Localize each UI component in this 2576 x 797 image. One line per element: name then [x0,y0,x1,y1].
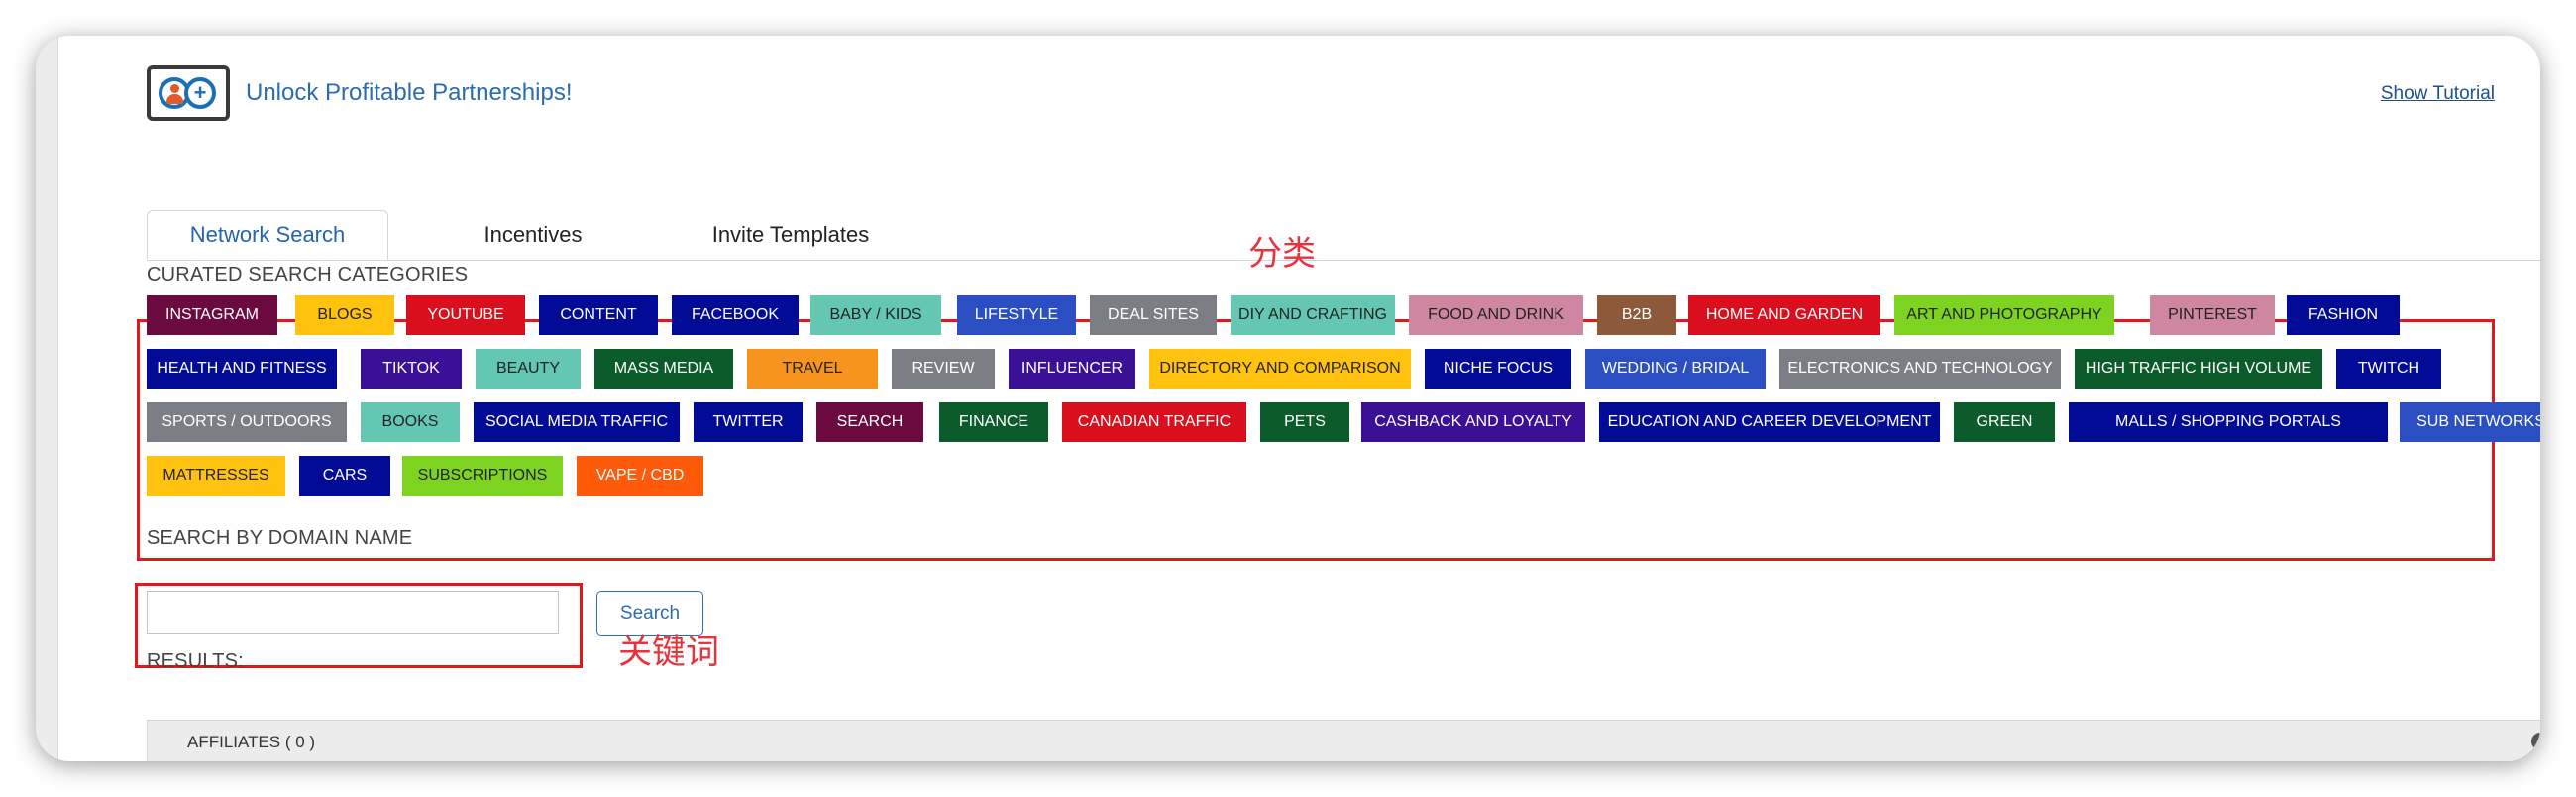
domain-search-input[interactable] [147,591,559,634]
category-tag-finance[interactable]: FINANCE [939,402,1048,442]
category-tag-social-media-traffic[interactable]: SOCIAL MEDIA TRAFFIC [474,402,680,442]
category-tag-twitter[interactable]: TWITTER [694,402,803,442]
category-tag-health-and-fitness[interactable]: HEALTH AND FITNESS [147,349,337,389]
category-tag-mass-media[interactable]: MASS MEDIA [594,349,733,389]
category-tag-education-and-career-development[interactable]: EDUCATION AND CAREER DEVELOPMENT [1599,402,1940,442]
category-tag-fashion[interactable]: FASHION [2287,295,2400,335]
category-tag-art-and-photography[interactable]: ART AND PHOTOGRAPHY [1894,295,2114,335]
chevron-up-circle-icon[interactable]: ▲ [2531,733,2540,750]
category-tag-mattresses[interactable]: MATTRESSES [147,456,285,496]
domain-search-label: SEARCH BY DOMAIN NAME [147,527,413,549]
category-tag-subscriptions[interactable]: SUBSCRIPTIONS [402,456,563,496]
category-tag-diy-and-crafting[interactable]: DIY AND CRAFTING [1231,295,1395,335]
keyword-annotation: 关键词 [618,632,719,672]
tab-incentives[interactable]: Incentives [434,210,632,260]
category-tag-sports-outdoors[interactable]: SPORTS / OUTDOORS [147,402,347,442]
category-tag-review[interactable]: REVIEW [892,349,995,389]
category-tag-cashback-and-loyalty[interactable]: CASHBACK AND LOYALTY [1361,402,1585,442]
page-title: Unlock Profitable Partnerships! [246,79,573,106]
tab-bar: Network Search Incentives Invite Templat… [147,176,2540,261]
category-tag-facebook[interactable]: FACEBOOK [672,295,799,335]
category-tag-niche-focus[interactable]: NICHE FOCUS [1425,349,1571,389]
category-tag-sub-networks[interactable]: SUB NETWORKS [2400,402,2540,442]
category-tag-books[interactable]: BOOKS [361,402,460,442]
category-tag-blogs[interactable]: BLOGS [295,295,394,335]
tab-invite-templates[interactable]: Invite Templates [662,210,919,260]
plus-icon: + [184,77,216,109]
category-tag-pets[interactable]: PETS [1260,402,1349,442]
category-tag-youtube[interactable]: YOUTUBE [406,295,525,335]
partnership-logo-icon: + [147,65,230,121]
categories-label: CURATED SEARCH CATEGORIES [147,264,469,285]
category-tag-vape-cbd[interactable]: VAPE / CBD [577,456,703,496]
category-tag-twitch[interactable]: TWITCH [2336,349,2441,389]
results-label: RESULTS: [147,650,244,672]
show-tutorial-link[interactable]: Show Tutorial [2381,83,2495,105]
affiliates-panel-header[interactable]: AFFILIATES ( 0 ) ▲ [147,720,2540,761]
category-tag-search[interactable]: SEARCH [816,402,923,442]
affiliates-count-label: AFFILIATES ( 0 ) [187,733,316,751]
category-tag-green[interactable]: GREEN [1954,402,2055,442]
category-tag-b2b[interactable]: B2B [1597,295,1676,335]
category-tag-electronics-and-technology[interactable]: ELECTRONICS AND TECHNOLOGY [1779,349,2061,389]
category-tag-deal-sites[interactable]: DEAL SITES [1090,295,1217,335]
category-tag-wedding-bridal[interactable]: WEDDING / BRIDAL [1585,349,1766,389]
category-tag-pinterest[interactable]: PINTEREST [2150,295,2275,335]
category-tag-instagram[interactable]: INSTAGRAM [147,295,277,335]
tab-network-search[interactable]: Network Search [147,210,388,260]
category-tag-high-traffic-high-volume[interactable]: HIGH TRAFFIC HIGH VOLUME [2075,349,2322,389]
category-tag-influencer[interactable]: INFLUENCER [1009,349,1135,389]
category-tag-lifestyle[interactable]: LIFESTYLE [957,295,1076,335]
category-tag-food-and-drink[interactable]: FOOD AND DRINK [1409,295,1583,335]
category-tag-directory-and-comparison[interactable]: DIRECTORY AND COMPARISON [1149,349,1411,389]
category-tag-baby-kids[interactable]: BABY / KIDS [810,295,941,335]
category-tag-content[interactable]: CONTENT [539,295,658,335]
category-tag-home-and-garden[interactable]: HOME AND GARDEN [1688,295,1880,335]
category-tag-tiktok[interactable]: TIKTOK [361,349,462,389]
left-gutter [36,36,58,761]
category-tag-cars[interactable]: CARS [299,456,390,496]
category-tag-travel[interactable]: TRAVEL [747,349,878,389]
categories-annotation: 分类 [1248,234,1316,274]
category-tag-beauty[interactable]: BEAUTY [476,349,581,389]
category-tag-malls-shopping-portals[interactable]: MALLS / SHOPPING PORTALS [2069,402,2388,442]
app-window: + Unlock Profitable Partnerships! Show T… [36,36,2540,761]
category-tag-canadian-traffic[interactable]: CANADIAN TRAFFIC [1062,402,1246,442]
